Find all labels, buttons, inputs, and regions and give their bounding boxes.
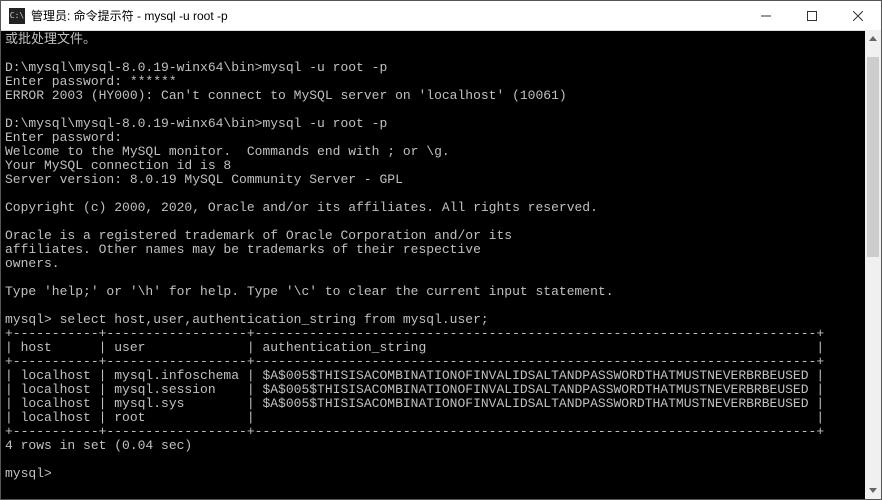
text-line: owners. [5, 256, 60, 271]
table-row: | localhost | mysql.infoschema | $A$005$… [5, 368, 824, 383]
table-row: | localhost | mysql.session | $A$005$THI… [5, 382, 824, 397]
mysql-prompt: mysql> [5, 466, 60, 481]
scroll-down-button[interactable] [865, 482, 881, 499]
error-line: ERROR 2003 (HY000): Can't connect to MyS… [5, 88, 567, 103]
text-line: 或批处理文件。 [5, 32, 96, 47]
table-border: +-----------+------------------+--------… [5, 424, 824, 439]
scrollbar-track[interactable] [865, 47, 881, 482]
text-line: Server version: 8.0.19 MySQL Community S… [5, 172, 403, 187]
table-border: +-----------+------------------+--------… [5, 326, 824, 341]
table-border: +-----------+------------------+--------… [5, 354, 824, 369]
table-header: | host | user | authentication_string | [5, 340, 824, 355]
cmd-window: C:\ 管理员: 命令提示符 - mysql -u root -p 或批处理文件… [0, 0, 882, 500]
shell-prompt: D:\mysql\mysql-8.0.19-winx64\bin>mysql -… [5, 116, 387, 131]
minimize-button[interactable] [743, 1, 789, 31]
text-line: Oracle is a registered trademark of Orac… [5, 228, 512, 243]
titlebar[interactable]: C:\ 管理员: 命令提示符 - mysql -u root -p [1, 1, 881, 31]
text-line: Enter password: [5, 130, 122, 145]
rows-in-set: 4 rows in set (0.04 sec) [5, 438, 192, 453]
table-row: | localhost | root | | [5, 410, 824, 425]
chevron-down-icon [869, 488, 877, 493]
text-line: Copyright (c) 2000, 2020, Oracle and/or … [5, 200, 598, 215]
mysql-query: mysql> select host,user,authentication_s… [5, 312, 489, 327]
table-row: | localhost | mysql.sys | $A$005$THISISA… [5, 396, 824, 411]
scroll-up-button[interactable] [865, 30, 881, 47]
text-line: Your MySQL connection id is 8 [5, 158, 231, 173]
chevron-up-icon [869, 36, 877, 41]
text-line: affiliates. Other names may be trademark… [5, 242, 481, 257]
scrollbar-thumb[interactable] [867, 57, 879, 257]
minimize-icon [761, 11, 771, 21]
window-title: 管理员: 命令提示符 - mysql -u root -p [31, 7, 228, 24]
close-button[interactable] [835, 1, 881, 31]
maximize-button[interactable] [789, 1, 835, 31]
text-line: Enter password: ****** [5, 74, 177, 89]
close-icon [853, 11, 863, 21]
cmd-icon: C:\ [9, 8, 25, 24]
terminal-output[interactable]: 或批处理文件。 D:\mysql\mysql-8.0.19-winx64\bin… [1, 31, 881, 499]
shell-prompt: D:\mysql\mysql-8.0.19-winx64\bin>mysql -… [5, 60, 387, 75]
text-line: Type 'help;' or '\h' for help. Type '\c'… [5, 284, 614, 299]
vertical-scrollbar[interactable] [865, 30, 881, 499]
text-line: Welcome to the MySQL monitor. Commands e… [5, 144, 450, 159]
maximize-icon [807, 11, 817, 21]
